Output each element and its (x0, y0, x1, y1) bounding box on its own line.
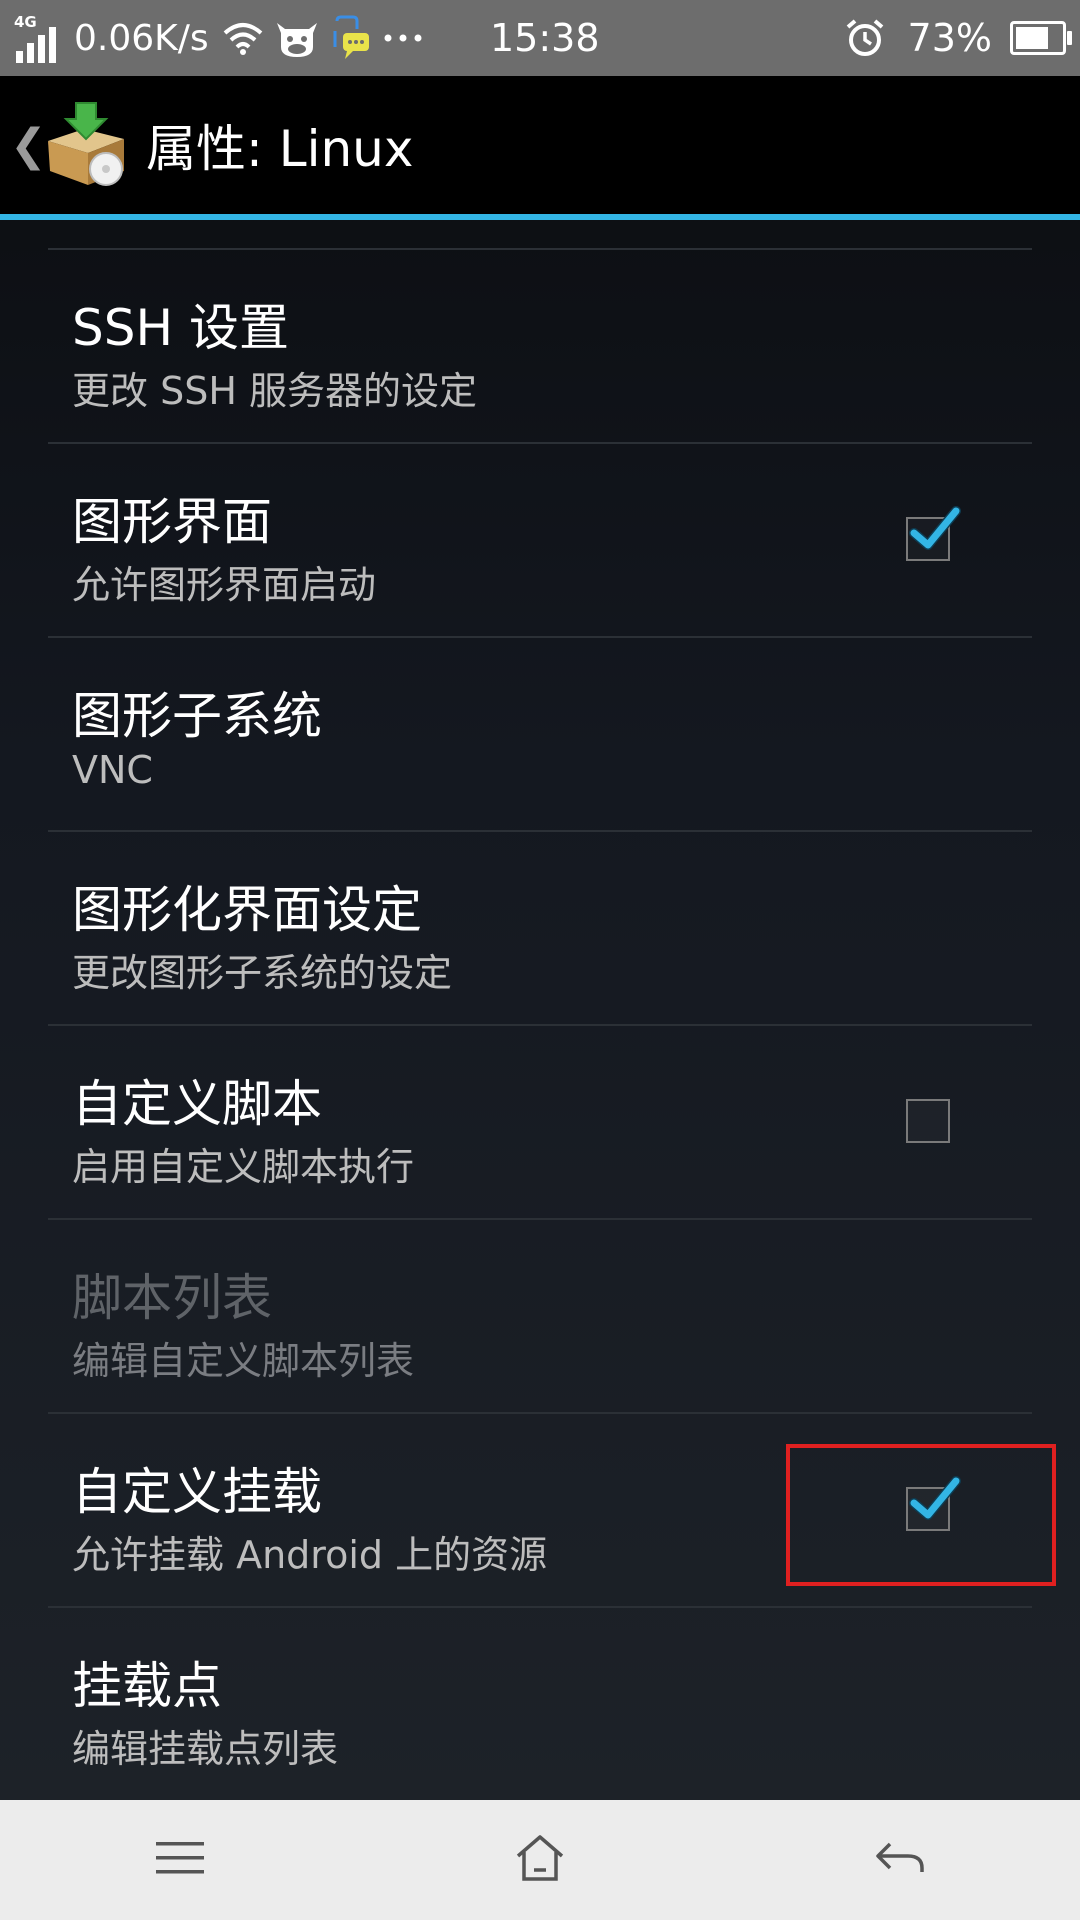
pref-script-list: 脚本列表 编辑自定义脚本列表 (48, 1220, 1032, 1414)
action-bar[interactable]: ❮ 属性: Linux (0, 76, 1080, 214)
home-button[interactable] (480, 1810, 600, 1910)
wifi-icon (223, 21, 263, 55)
screen: 4G 0.06K/s 15:38 73% ❮ 属性: Linux SSH 设置 … (0, 0, 1080, 1920)
cow-app-icon (273, 17, 321, 59)
pref-summary: 允许挂载 Android 上的资源 (72, 1533, 548, 1577)
battery-fill (1016, 27, 1049, 49)
pref-gui-subsystem[interactable]: 图形子系统 VNC (48, 638, 1032, 832)
pref-mount-points[interactable]: 挂载点 编辑挂载点列表 (48, 1608, 1032, 1802)
pref-summary: 启用自定义脚本执行 (72, 1145, 415, 1189)
net-speed: 0.06K/s (74, 17, 209, 59)
pref-title: SSH 设置 (72, 299, 289, 357)
pref-gui[interactable]: 图形界面 允许图形界面启动 (48, 444, 1032, 638)
gui-checkbox[interactable] (906, 506, 961, 561)
back-icon (874, 1838, 926, 1882)
pref-title: 自定义脚本 (72, 1075, 322, 1133)
status-left: 4G 0.06K/s (0, 0, 433, 76)
pref-title: 图形界面 (72, 493, 272, 551)
custom-script-checkbox[interactable] (906, 1099, 950, 1143)
pref-summary: 编辑挂载点列表 (72, 1727, 339, 1771)
pref-title: 自定义挂载 (72, 1463, 322, 1521)
action-bar-divider (0, 214, 1080, 220)
chat-bot-icon (331, 15, 373, 61)
status-bar: 4G 0.06K/s 15:38 73% (0, 0, 1080, 76)
package-install-icon[interactable] (40, 99, 132, 191)
status-right: 73% (844, 0, 1072, 76)
status-time: 15:38 (490, 16, 600, 60)
pref-title: 挂载点 (72, 1657, 222, 1715)
pref-summary: VNC (72, 748, 153, 792)
pref-title: 图形子系统 (72, 687, 322, 745)
pref-summary: 允许图形界面启动 (72, 563, 377, 607)
navigation-bar (0, 1800, 1080, 1920)
pref-gui-settings[interactable]: 图形化界面设定 更改图形子系统的设定 (48, 832, 1032, 1026)
menu-icon (154, 1840, 206, 1880)
pref-ssh-settings[interactable]: SSH 设置 更改 SSH 服务器的设定 (48, 248, 1032, 444)
menu-button[interactable] (120, 1810, 240, 1910)
home-icon (514, 1834, 566, 1886)
highlight-box (786, 1444, 1056, 1586)
back-button[interactable] (840, 1810, 960, 1910)
alarm-icon (844, 17, 886, 59)
page-title: 属性: Linux (146, 120, 414, 178)
pref-title: 脚本列表 (72, 1269, 272, 1327)
pref-title: 图形化界面设定 (72, 881, 422, 939)
checkmark-icon (909, 506, 961, 550)
pref-summary: 更改 SSH 服务器的设定 (72, 369, 477, 413)
battery-percent: 73% (907, 16, 992, 60)
pref-custom-script[interactable]: 自定义脚本 启用自定义脚本执行 (48, 1026, 1032, 1220)
up-chevron-icon[interactable]: ❮ (10, 120, 47, 171)
battery-icon (1010, 21, 1072, 55)
more-dots-icon (383, 33, 423, 43)
pref-summary: 编辑自定义脚本列表 (72, 1339, 415, 1383)
signal-icon: 4G (14, 13, 66, 63)
pref-summary: 更改图形子系统的设定 (72, 951, 453, 995)
